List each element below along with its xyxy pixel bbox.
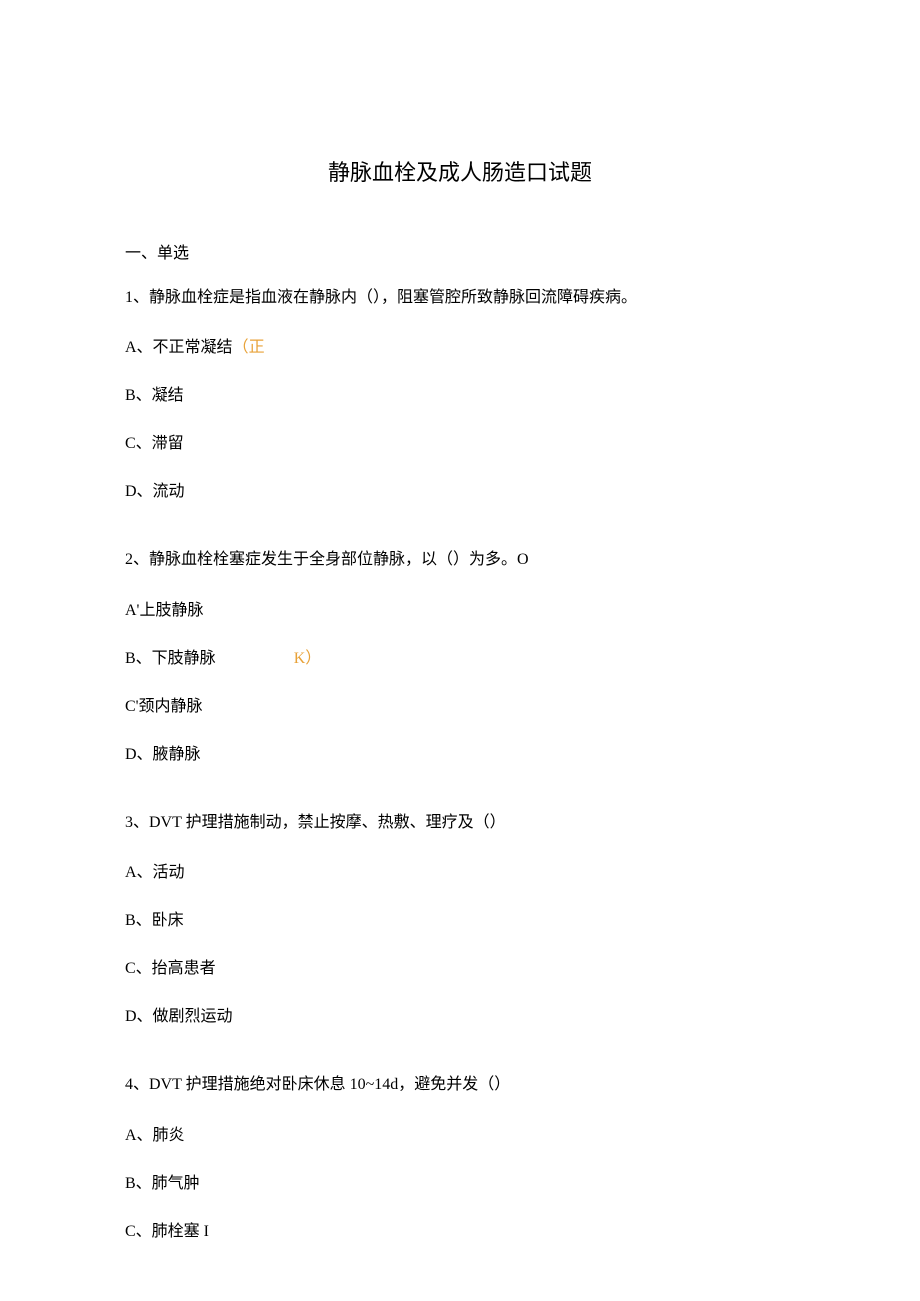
option: B、凝结 [125,381,795,405]
section-heading: 一、单选 [125,239,795,263]
option: C、肺栓塞 I [125,1217,795,1241]
option-label: B、下肢静脉 [125,650,216,667]
option: A、肺炎 [125,1121,795,1145]
option: A'上肢静脉 [125,596,795,620]
question-stem: 4、DVT 护理措施绝对卧床休息 10~14d，避免并发（） [125,1074,795,1096]
option: A、不正常凝结（正 [125,333,795,357]
question-stem: 2、静脉血栓栓塞症发生于全身部位静脉，以（）为多。O [125,549,795,571]
option: C、抬高患者 [125,954,795,978]
option: D、做剧烈运动 [125,1002,795,1026]
option: B、肺气肿 [125,1169,795,1193]
option: A、活动 [125,858,795,882]
option: B、卧床 [125,906,795,930]
option: D、腋静脉 [125,740,795,764]
option: C、滞留 [125,429,795,453]
answer-mark: （正 [233,339,265,356]
option: D、流动 [125,477,795,501]
option-label: A、不正常凝结 [125,339,233,356]
question-stem: 3、DVT 护理措施制动，禁止按摩、热敷、理疗及（） [125,812,795,834]
answer-mark: K） [294,650,322,667]
option: B、下肢静脉 K） [125,644,795,668]
page-title: 静脉血栓及成人肠造口试题 [125,155,795,187]
question-stem: 1、静脉血栓症是指血液在静脉内（），阻塞管腔所致静脉回流障碍疾病。 [125,287,795,309]
option: C'颈内静脉 [125,692,795,716]
